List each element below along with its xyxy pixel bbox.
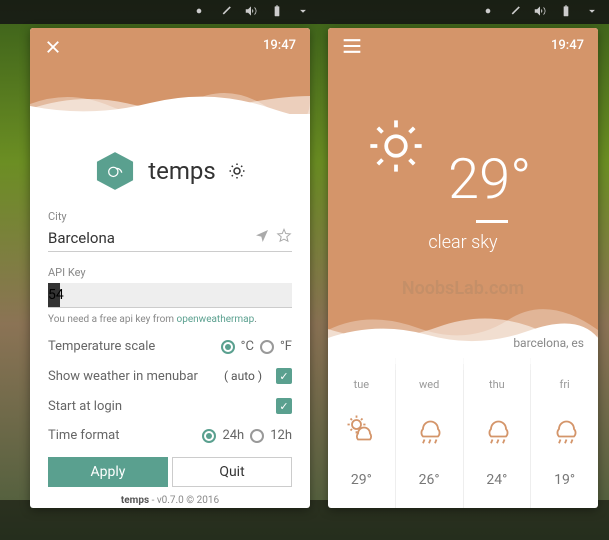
radio-celsius[interactable] xyxy=(221,340,235,354)
apply-button[interactable]: Apply xyxy=(48,457,168,487)
brush-icon xyxy=(218,3,232,22)
sun-icon xyxy=(228,162,246,180)
sun-icon xyxy=(368,118,424,174)
startup-checkbox[interactable]: ✓ xyxy=(276,398,292,414)
rain-icon xyxy=(547,411,583,451)
forecast-temp: 26° xyxy=(419,472,440,488)
rain-icon xyxy=(411,411,447,451)
settings-window: 19:47 temps City API Key You need a free… xyxy=(30,28,310,508)
forecast-col[interactable]: thu 24° xyxy=(463,358,531,508)
day-label: thu xyxy=(489,378,505,391)
battery-icon xyxy=(559,3,573,22)
menubar-label: Show weather in menubar xyxy=(48,369,198,384)
forecast-col[interactable]: tue 29° xyxy=(328,358,395,508)
timefmt-label: Time format xyxy=(48,428,120,443)
brightness-icon xyxy=(192,3,206,22)
brightness-icon xyxy=(481,3,495,22)
day-label: fri xyxy=(560,378,570,391)
system-tray-right xyxy=(320,0,609,24)
menubar-mode-select[interactable]: ( auto ) xyxy=(224,369,262,383)
rain-icon xyxy=(479,411,515,451)
chevron-down-icon xyxy=(296,3,310,22)
day-label: tue xyxy=(354,378,370,391)
clock: 19:47 xyxy=(551,38,584,53)
api-hint: You need a free api key from openweather… xyxy=(48,314,292,325)
startup-label: Start at login xyxy=(48,399,122,414)
system-tray-left xyxy=(0,0,320,24)
location-text: barcelona, es xyxy=(513,336,584,350)
forecast-col[interactable]: wed 26° xyxy=(395,358,463,508)
quit-button[interactable]: Quit xyxy=(172,457,292,487)
openweathermap-link[interactable]: openweathermap xyxy=(177,314,255,325)
chevron-down-icon xyxy=(585,3,599,22)
api-key-label: API Key xyxy=(48,266,292,279)
forecast-temp: 29° xyxy=(351,472,372,488)
brush-icon xyxy=(507,3,521,22)
partly-cloudy-icon xyxy=(343,411,379,451)
temp-scale-label: Temperature scale xyxy=(48,339,155,354)
forecast-row: tue 29° wed 26° thu 24° fri 19° xyxy=(328,358,598,508)
app-title: temps xyxy=(148,157,216,185)
forecast-temp: 19° xyxy=(554,472,575,488)
menubar-checkbox[interactable]: ✓ xyxy=(276,368,292,384)
forecast-temp: 24° xyxy=(486,472,507,488)
day-label: wed xyxy=(419,378,439,391)
divider xyxy=(476,220,508,223)
watermark: NoobsLab.com xyxy=(328,278,598,299)
radio-24h[interactable] xyxy=(202,429,216,443)
menu-button[interactable] xyxy=(342,38,362,58)
city-label: City xyxy=(48,210,292,223)
locate-icon[interactable] xyxy=(254,228,270,248)
clock: 19:47 xyxy=(263,38,296,53)
current-temp: 29° xyxy=(448,146,531,212)
close-button[interactable] xyxy=(44,38,62,60)
footer-text: temps - v0.7.0 © 2016 xyxy=(48,495,292,506)
condition-text: clear sky xyxy=(328,232,598,253)
app-logo-icon xyxy=(94,150,136,192)
api-key-input[interactable] xyxy=(48,283,292,308)
weather-window: 19:47 29° clear sky NoobsLab.com barcelo… xyxy=(328,28,598,508)
volume-icon xyxy=(533,3,547,22)
radio-fahrenheit[interactable] xyxy=(260,340,274,354)
forecast-col[interactable]: fri 19° xyxy=(530,358,598,508)
radio-12h[interactable] xyxy=(250,429,264,443)
volume-icon xyxy=(244,3,258,22)
favorite-icon[interactable] xyxy=(276,228,292,248)
city-input[interactable] xyxy=(48,227,248,249)
battery-icon xyxy=(270,3,284,22)
